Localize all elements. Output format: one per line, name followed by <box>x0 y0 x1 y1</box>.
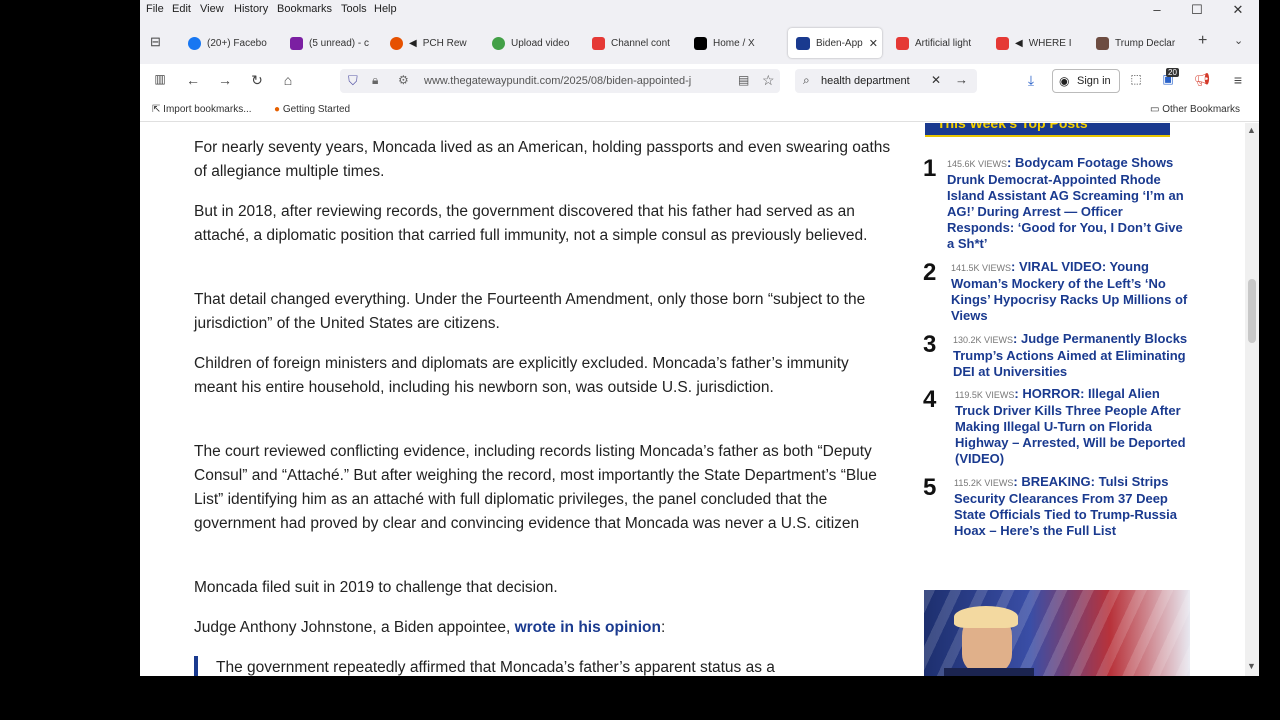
menu-history[interactable]: History <box>234 3 268 15</box>
tab-facebook[interactable]: (20+) Facebo <box>188 28 274 58</box>
tab-mail[interactable]: (5 unread) - c <box>290 28 376 58</box>
maximize-icon[interactable]: ☐ <box>1187 2 1207 18</box>
scrollbar-thumb[interactable] <box>1248 279 1256 343</box>
article-paragraph: Children of foreign ministers and diplom… <box>194 355 849 396</box>
hamburger-menu-icon[interactable]: ≡ <box>1228 72 1248 88</box>
home-icon[interactable]: ⌂ <box>278 72 298 88</box>
youtube-icon <box>592 36 605 50</box>
menu-file[interactable]: File <box>146 3 164 15</box>
pch-icon <box>390 36 403 50</box>
menu-view[interactable]: View <box>200 3 224 15</box>
reload-icon[interactable]: ↻ <box>247 72 267 89</box>
top-posts-heading: This Week's Top Posts <box>937 123 1088 131</box>
minimize-icon[interactable]: – <box>1147 2 1167 17</box>
hair-shape <box>954 606 1018 628</box>
shield-icon[interactable]: ⛉ <box>348 73 358 89</box>
menu-edit[interactable]: Edit <box>172 3 191 15</box>
tab-list-icon[interactable]: ⊟ <box>150 34 161 50</box>
forward-icon[interactable]: → <box>215 72 235 88</box>
go-arrow-icon[interactable]: → <box>955 72 968 87</box>
x-logo-icon <box>694 36 707 50</box>
upload-icon <box>492 36 505 50</box>
youtube-icon <box>896 36 909 50</box>
nav-bar: ▥ ← → ↻ ⌂ ⛉ 🔒︎ ⚙ www.thegatewaypundit.co… <box>140 64 1259 98</box>
facebook-icon <box>188 36 201 50</box>
other-bookmarks[interactable]: ▭ Other Bookmarks <box>1150 104 1240 115</box>
article-paragraph: But in 2018, after reviewing records, th… <box>194 203 868 244</box>
browser-window: File Edit View History Bookmarks Tools H… <box>140 0 1259 676</box>
gp-icon <box>796 36 810 50</box>
folder-icon: ▭ <box>1150 104 1160 115</box>
reader-view-icon[interactable]: ▤ <box>738 73 749 87</box>
clear-search-icon[interactable]: ✕ <box>931 73 941 87</box>
page-content: For nearly seventy years, Moncada lived … <box>140 123 1245 676</box>
scroll-up-icon[interactable]: ▲ <box>1247 125 1256 135</box>
megaphone-icon[interactable]: 📢︎ <box>1192 72 1212 88</box>
blockquote: The government repeatedly affirmed that … <box>194 656 894 676</box>
bookmarks-bar: ⇱ Import bookmarks... ● Getting Started … <box>140 98 1259 122</box>
menu-help[interactable]: Help <box>374 3 397 15</box>
tab-where[interactable]: ◀ WHERE I <box>996 28 1082 58</box>
bookmark-star-icon[interactable]: ☆ <box>762 72 775 89</box>
permissions-icon[interactable]: ⚙ <box>398 73 409 87</box>
url-text[interactable]: www.thegatewaypundit.com/2025/08/biden-a… <box>424 75 691 87</box>
search-text[interactable]: health department <box>821 75 910 87</box>
search-field[interactable]: ⌕ health department ✕ → <box>795 69 977 93</box>
scroll-down-icon[interactable]: ▼ <box>1247 661 1256 671</box>
new-tab-icon[interactable]: + <box>1198 32 1207 50</box>
tab-biden-appointed[interactable]: Biden-App ✕ <box>788 28 882 58</box>
suit-shape <box>944 668 1034 676</box>
article-paragraph: For nearly seventy years, Moncada lived … <box>194 139 891 180</box>
article-paragraph: Moncada filed suit in 2019 to challenge … <box>194 579 558 596</box>
tab-x-home[interactable]: Home / X <box>694 28 774 58</box>
menu-bar: File Edit View History Bookmarks Tools H… <box>140 0 1259 20</box>
back-icon[interactable]: ← <box>183 72 203 88</box>
tab-upload-video[interactable]: Upload video <box>492 28 578 58</box>
url-bar[interactable]: ⛉ 🔒︎ ⚙ www.thegatewaypundit.com/2025/08/… <box>340 69 780 93</box>
lock-icon[interactable]: 🔒︎ <box>372 73 378 88</box>
top-post-title[interactable]: Bodycam Footage Shows Drunk Democrat-App… <box>947 155 1184 251</box>
menu-tools[interactable]: Tools <box>341 3 367 15</box>
page-icon <box>1096 36 1109 50</box>
article-paragraph: The court reviewed conflicting evidence,… <box>194 443 877 532</box>
sign-in-button[interactable]: ◉ Sign in <box>1052 69 1120 93</box>
chevron-down-icon[interactable]: ⌄ <box>1234 34 1243 47</box>
firefox-icon: ● <box>274 104 281 115</box>
sidebar-toggle-icon[interactable]: ▥ <box>150 72 170 86</box>
tab-bar: ⊟ (20+) Facebo (5 unread) - c ◀ PCH Rew U… <box>140 20 1259 64</box>
tab-pch[interactable]: ◀ PCH Rew <box>390 28 476 58</box>
download-icon[interactable]: ⤓ <box>1021 72 1041 89</box>
getting-started-bookmark[interactable]: ● Getting Started <box>274 104 350 115</box>
mail-icon <box>290 36 303 50</box>
promo-image[interactable] <box>924 590 1190 676</box>
top-posts-banner: This Week's Top Posts <box>925 123 1170 137</box>
account-icon: ◉ <box>1059 74 1070 88</box>
article-paragraph: That detail changed everything. Under th… <box>194 291 866 332</box>
opinion-link[interactable]: wrote in his opinion <box>515 619 661 636</box>
page-scrollbar[interactable]: ▲ ▼ <box>1245 123 1259 676</box>
article-paragraph: Judge Anthony Johnstone, a Biden appoint… <box>194 619 666 636</box>
close-window-icon[interactable]: ✕ <box>1228 2 1248 18</box>
speaker-icon[interactable]: ◀ <box>1015 38 1023 49</box>
import-bookmarks[interactable]: ⇱ Import bookmarks... <box>152 104 252 115</box>
extensions-icon[interactable]: ⬚ <box>1126 72 1146 86</box>
menu-bookmarks[interactable]: Bookmarks <box>277 3 332 15</box>
tab-channel-content[interactable]: Channel cont <box>592 28 678 58</box>
youtube-icon <box>996 36 1009 50</box>
tab-trump-declar[interactable]: Trump Declar <box>1096 28 1182 58</box>
search-icon: ⌕ <box>803 73 810 87</box>
tab-artificial-light[interactable]: Artificial light <box>896 28 982 58</box>
extension-badge-count: 20 <box>1166 68 1179 77</box>
close-tab-icon[interactable]: ✕ <box>869 37 878 50</box>
speaker-icon[interactable]: ◀ <box>409 38 417 49</box>
